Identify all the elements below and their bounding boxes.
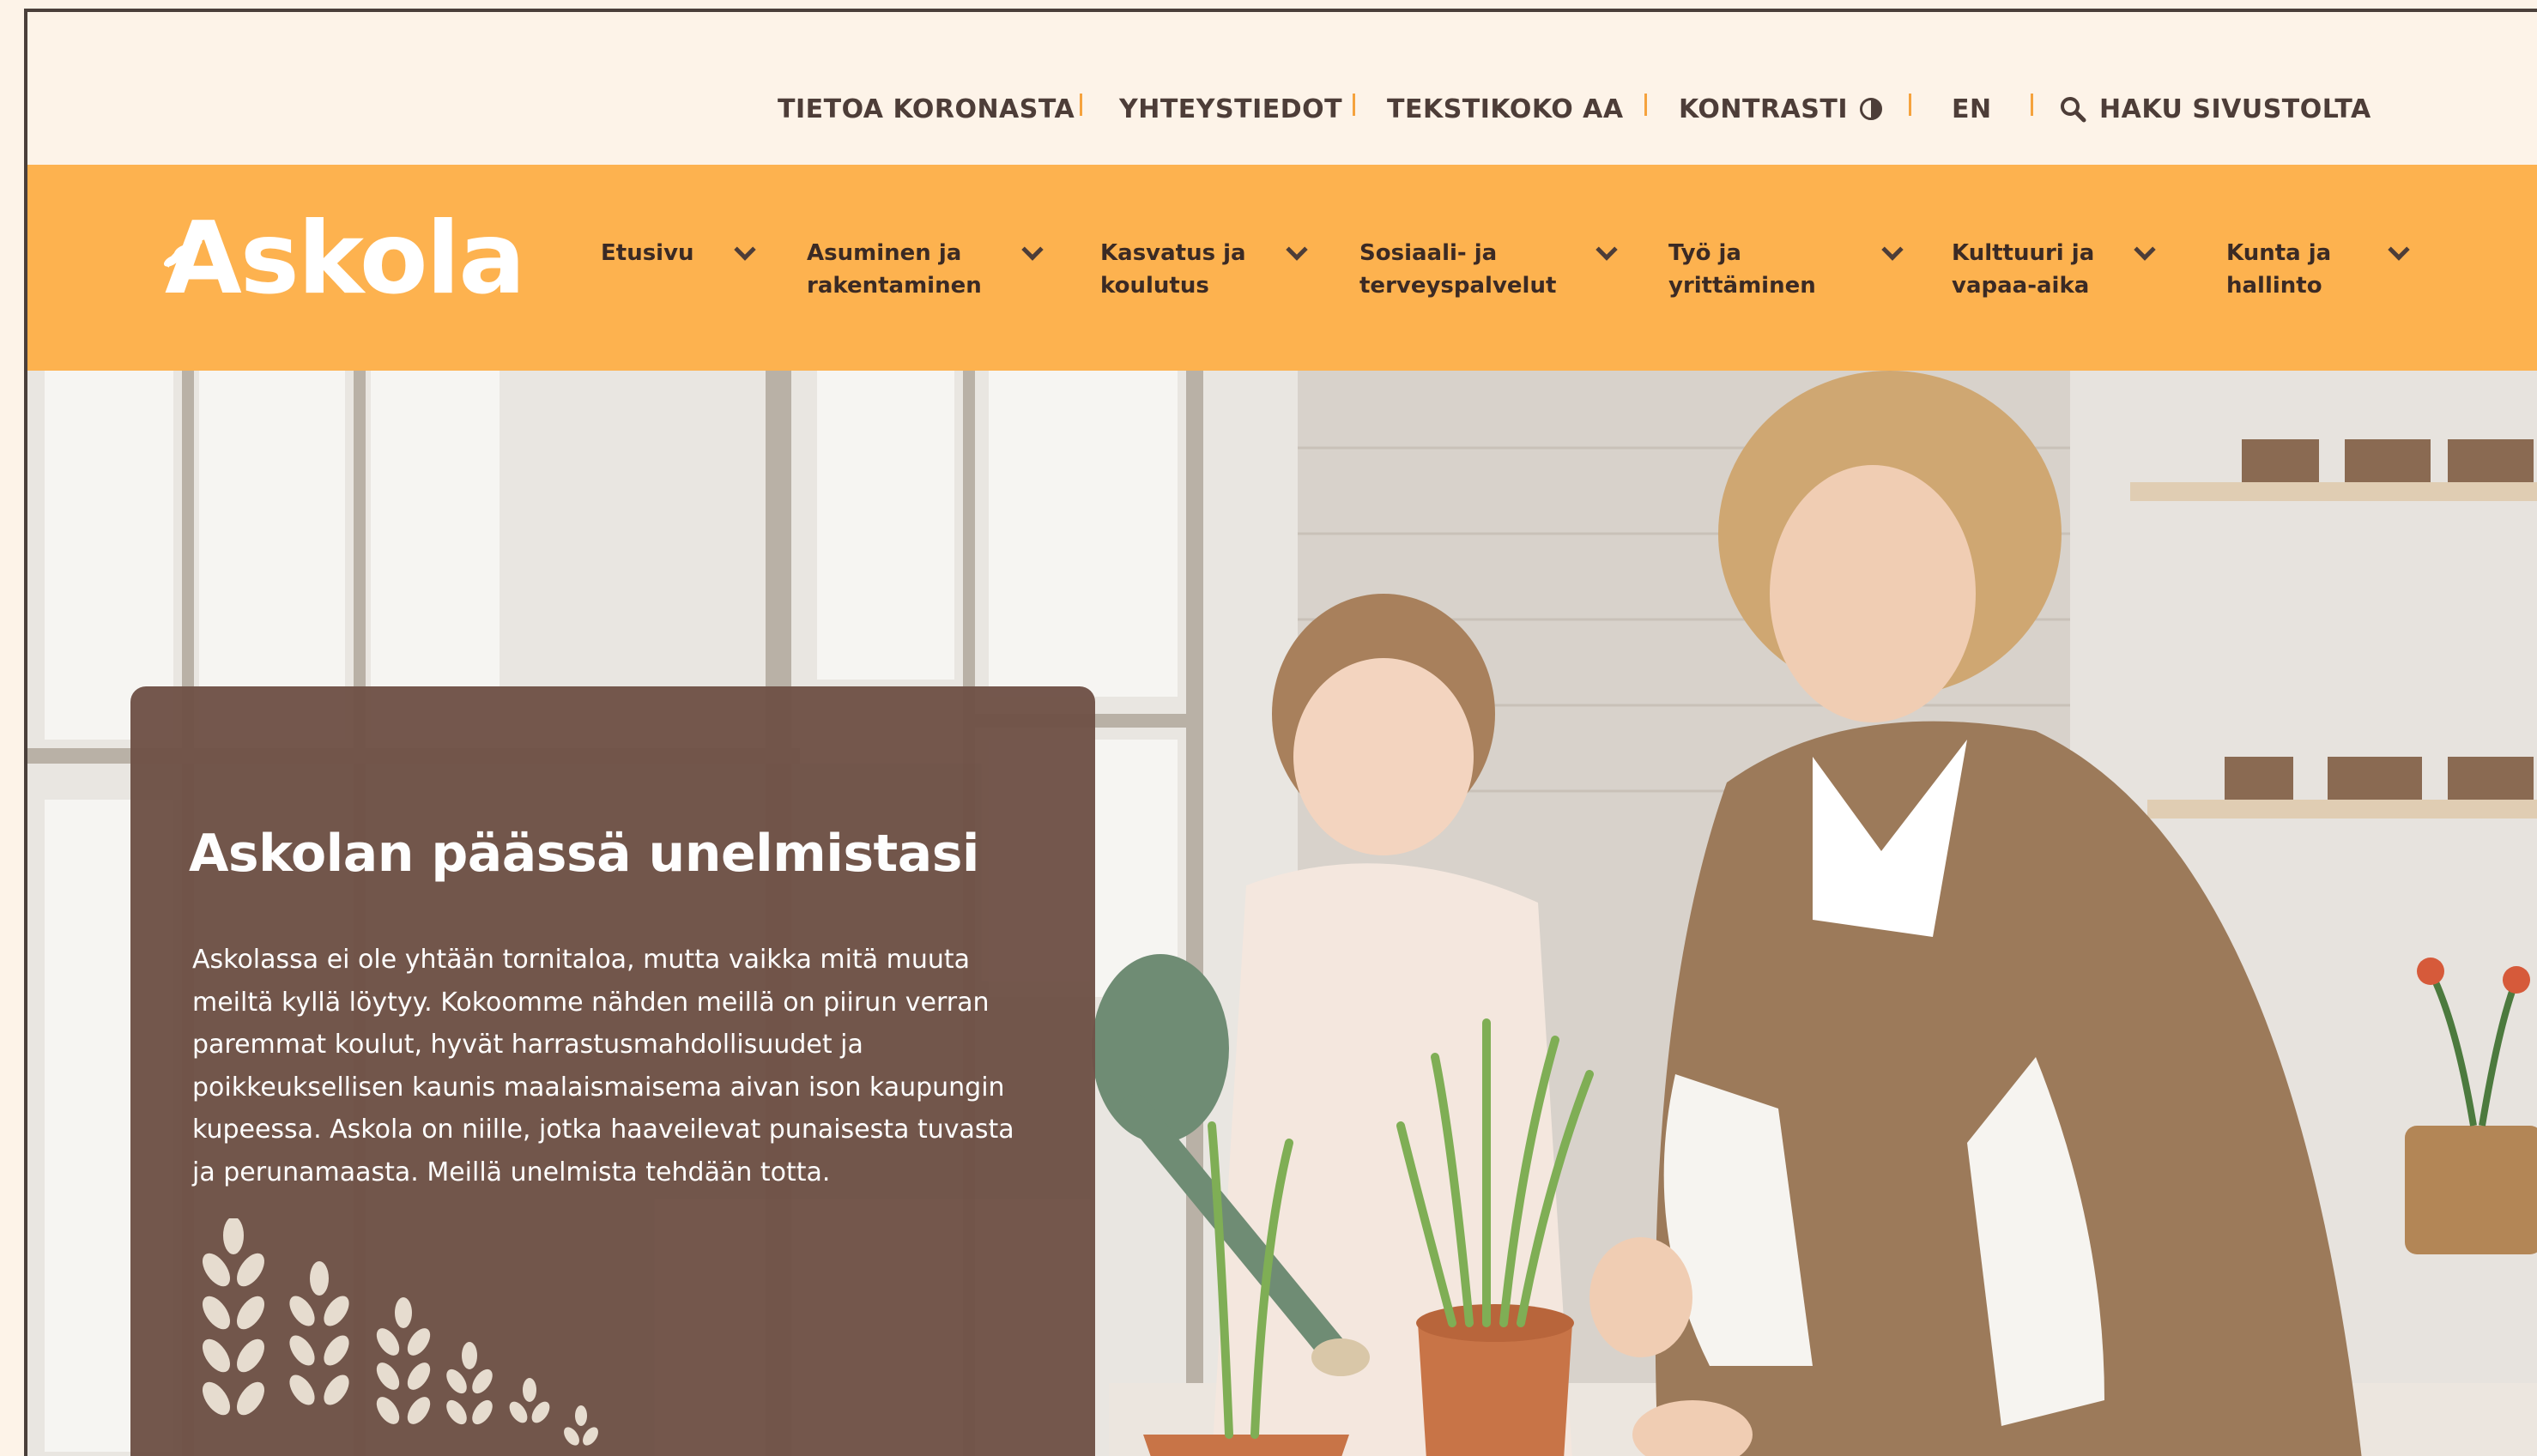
search-icon	[2061, 97, 2086, 123]
separator	[2031, 94, 2033, 116]
nav-item-label: Kulttuuri ja vapaa-aika	[1952, 240, 2095, 299]
chevron-down-icon[interactable]	[1881, 239, 1904, 261]
nav-item-asuminen[interactable]: Asuminen ja rakentaminen	[807, 237, 1044, 302]
chevron-down-icon[interactable]	[1021, 239, 1044, 261]
nav-item-kasvatus[interactable]: Kasvatus ja koulutus	[1100, 237, 1308, 302]
site-search-button[interactable]: HAKU SIVUSTOLTA	[2058, 88, 2371, 130]
util-link-label: TIETOA KORONASTA	[778, 94, 1075, 124]
nav-item-label: Asuminen ja rakentaminen	[807, 240, 982, 299]
chevron-down-icon[interactable]	[733, 239, 756, 261]
util-link-textsize[interactable]: TEKSTIKOKO AA	[1387, 88, 1624, 130]
util-link-language[interactable]: EN	[1952, 88, 1992, 130]
util-link-label: HAKU SIVUSTOLTA	[2099, 94, 2371, 124]
util-link-label: YHTEYSTIEDOT	[1119, 94, 1343, 124]
hero-card: Askolan päässä unelmistasi Askolassa ei …	[130, 686, 1095, 1456]
chevron-down-icon[interactable]	[1595, 239, 1619, 261]
askola-logo[interactable]: Askola	[163, 197, 526, 309]
chevron-down-icon[interactable]	[2134, 239, 2156, 261]
hero-body-text: Askolassa ei ole yhtään tornitaloa, mutt…	[192, 945, 1014, 1187]
nav-item-etusivu[interactable]: Etusivu	[601, 237, 756, 269]
util-link-label: KONTRASTI	[1679, 94, 1849, 124]
nav-item-label: Etusivu	[601, 240, 694, 266]
util-link-corona[interactable]: TIETOA KORONASTA	[778, 88, 1075, 130]
util-link-contacts[interactable]: YHTEYSTIEDOT	[1119, 88, 1342, 130]
chevron-down-icon[interactable]	[1285, 239, 1308, 261]
nav-item-label: Sosiaali- ja terveyspalvelut	[1359, 240, 1557, 299]
util-link-label: TEKSTIKOKO AA	[1387, 94, 1624, 124]
wheat-logo-icon	[163, 233, 212, 268]
separator	[1644, 94, 1647, 116]
util-link-label: EN	[1952, 94, 1992, 124]
chevron-down-icon[interactable]	[2388, 239, 2410, 261]
hero-title: Askolan päässä unelmistasi	[189, 824, 979, 884]
nav-item-tyo[interactable]: Työ ja yrittäminen	[1668, 237, 1904, 302]
browser-frame: TIETOA KORONASTA YHTEYSTIEDOT TEKSTIKOKO…	[24, 9, 2537, 1456]
util-link-contrast[interactable]: KONTRASTI	[1679, 88, 1883, 130]
nav-item-label: Kasvatus ja koulutus	[1100, 240, 1246, 299]
main-navigation: Askola Etusivu Asuminen ja rakentaminen …	[27, 165, 2537, 371]
hero-section: Askolan päässä unelmistasi Askolassa ei …	[27, 371, 2537, 1456]
nav-item-kulttuuri[interactable]: Kulttuuri ja vapaa-aika	[1952, 237, 2156, 302]
contrast-icon	[1860, 98, 1883, 120]
separator	[1353, 94, 1355, 116]
wheat-decoration-icon	[203, 1218, 598, 1446]
separator	[1080, 94, 1082, 116]
nav-item-sosiaali[interactable]: Sosiaali- ja terveyspalvelut	[1359, 237, 1619, 302]
nav-item-kunta[interactable]: Kunta ja hallinto	[2226, 237, 2410, 302]
nav-item-label: Kunta ja hallinto	[2226, 240, 2332, 299]
nav-item-label: Työ ja yrittäminen	[1668, 240, 1816, 299]
separator	[1909, 94, 1911, 116]
utility-bar: TIETOA KORONASTA YHTEYSTIEDOT TEKSTIKOKO…	[27, 12, 2537, 165]
